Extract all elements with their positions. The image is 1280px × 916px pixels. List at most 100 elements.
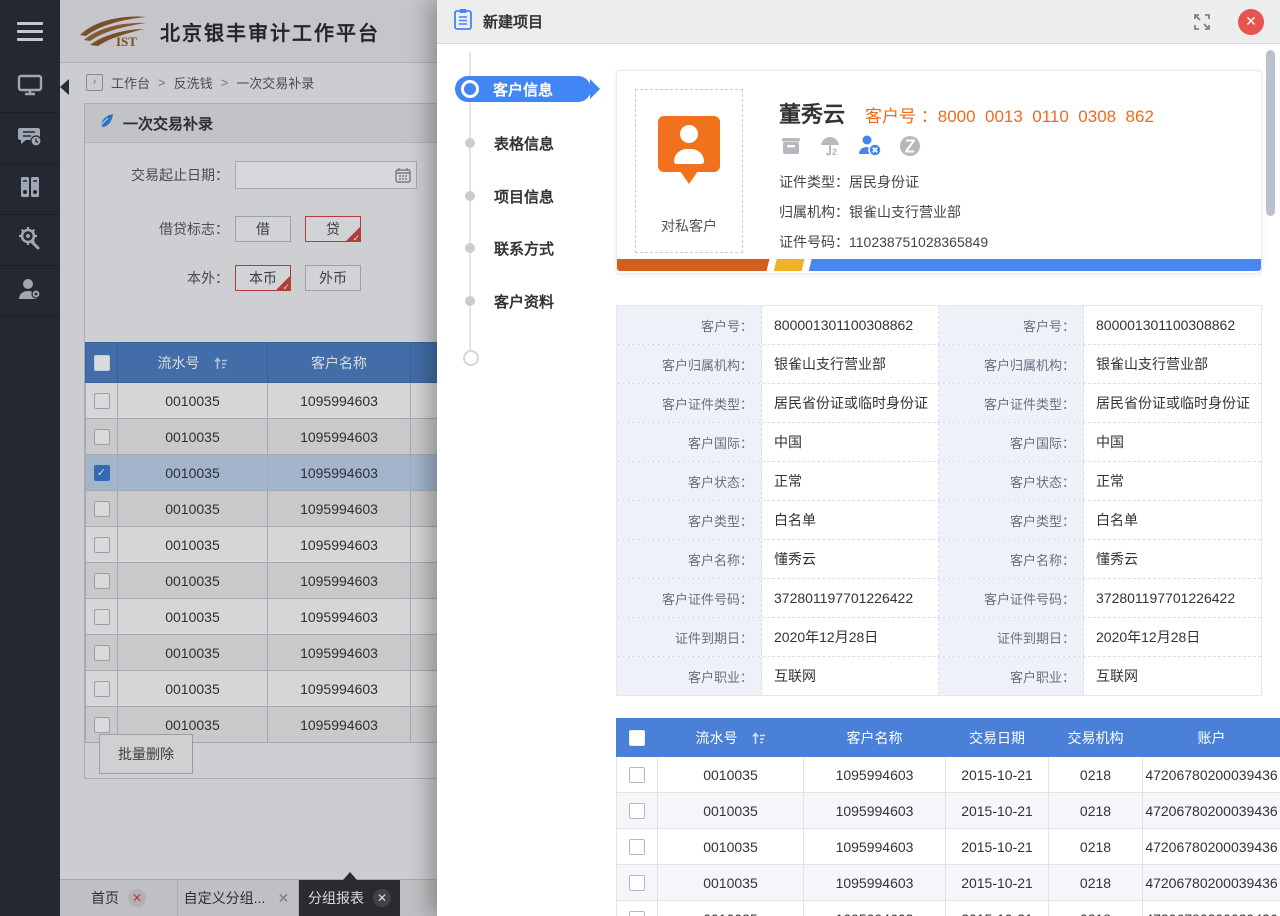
kv-value: 中国 [1084,423,1261,461]
table-row[interactable]: 001003510959946032015-10-210218472067802… [617,757,1280,793]
monitor-icon [17,72,43,103]
step-item-active[interactable]: 客户信息 [455,76,591,102]
table-cell: 1095994603 [268,419,411,455]
step-dot [465,296,475,306]
table-header-cell[interactable]: 账户 [1143,719,1280,757]
trash-icon[interactable] [779,134,803,158]
currency-toggle-option[interactable]: 本币 [235,265,291,291]
close-icon[interactable]: ✕ [1238,9,1264,35]
tab-close-icon[interactable]: ✕ [274,889,292,907]
step-item[interactable]: 客户资料 [437,291,554,311]
row-checkbox[interactable] [629,875,645,891]
tab-close-icon[interactable]: ✕ [373,889,391,907]
bottom-tab[interactable]: 自定义分组...✕ [178,880,299,916]
table-cell: 0010035 [118,671,268,707]
kv-label: 客户类型： [939,501,1084,539]
fullscreen-icon[interactable] [1194,14,1210,30]
kv-value: 居民省份证或临时身份证 [762,384,939,422]
new-project-drawer: 新建项目 ✕ 客户信息表格信息项目信息联系方式客户资料 对私客户 董秀云 客户号… [437,0,1280,916]
table-cell: 1095994603 [268,491,411,527]
row-checkbox-cell [86,491,118,527]
row-checkbox[interactable] [94,393,110,409]
select-all-checkbox[interactable] [629,730,645,746]
breadcrumb-item[interactable]: 一次交易补录 [236,73,314,92]
currency-toggle-option[interactable]: 外币 [305,265,361,291]
table-row[interactable]: 001003510959946032015-10-210218472067802… [617,865,1280,901]
date-range-input[interactable] [235,161,417,189]
remove-user-icon[interactable] [857,133,883,159]
row-checkbox[interactable] [629,767,645,783]
breadcrumb-item[interactable]: 工作台 [111,73,150,92]
breadcrumb-separator: > [221,75,229,90]
row-checkbox[interactable] [94,573,110,589]
debit-toggle-option[interactable]: 借 [235,216,291,242]
row-checkbox[interactable] [629,803,645,819]
history-clock-icon[interactable] [898,134,922,158]
table-cell: 0010035 [118,635,268,671]
step-item[interactable]: 表格信息 [437,133,554,153]
scrollbar-thumb[interactable] [1266,50,1275,216]
kv-row: 客户号：800001301100308862客户号：80000130110030… [617,306,1261,345]
table-row[interactable]: 001003510959946032015-10-210218472067802… [617,829,1280,865]
breadcrumb-item[interactable]: 反洗钱 [174,73,213,92]
sidebar-item-workbench[interactable] [0,62,60,113]
row-checkbox[interactable] [94,717,110,733]
table-header-cell[interactable]: 交易日期 [946,719,1049,757]
row-checkbox[interactable] [94,645,110,661]
sidebar-item-settings[interactable] [0,215,60,266]
sidebar-item-messages[interactable] [0,113,60,164]
customer-detail-lines: 证件类型：居民身份证归属机构：银雀山支行营业部证件号码：110238751028… [779,167,988,257]
tab-label: 分组报表 [308,888,364,908]
select-all-checkbox[interactable] [94,355,110,371]
batch-delete-button[interactable]: 批量删除 [99,734,193,774]
bottom-tab[interactable]: 首页✕ [60,880,178,916]
row-checkbox[interactable] [94,609,110,625]
row-checkbox[interactable] [629,839,645,855]
app-logo: IST [76,9,150,54]
row-checkbox[interactable] [94,429,110,445]
step-end-circle [463,350,479,366]
table-header-cell[interactable]: 流水号 [658,719,804,757]
row-checkbox[interactable] [94,681,110,697]
table-cell: 1095994603 [268,455,411,491]
step-item[interactable]: 项目信息 [437,186,554,206]
table-cell: 0010035 [118,599,268,635]
row-checkbox-cell [86,563,118,599]
tab-close-icon[interactable]: ✕ [128,889,146,907]
row-checkbox[interactable] [94,537,110,553]
card-accent-stripe [617,259,1261,271]
row-checkbox[interactable] [94,501,110,517]
table-header-cell[interactable]: 客户名称 [804,719,946,757]
settings-tools-icon [17,225,43,256]
chat-history-icon [17,123,43,154]
kv-row: 客户证件号码：372801197701226422客户证件号码：37280119… [617,579,1261,618]
table-header-cell[interactable]: 流水号 [118,343,268,383]
kv-label: 客户证件类型： [939,384,1084,422]
customer-action-icons: 2 [779,133,922,159]
debit-toggle-option[interactable]: 贷 [305,216,361,242]
calendar-icon[interactable] [395,167,411,186]
menu-toggle-icon[interactable] [0,0,60,62]
kv-label: 客户类型： [617,501,762,539]
kv-label: 证件到期日： [617,618,762,656]
umbrella-2-icon[interactable]: 2 [818,134,842,158]
sidebar-item-user-admin[interactable] [0,266,60,317]
step-item[interactable]: 联系方式 [437,238,554,258]
table-row[interactable]: 001003510959946032015-10-210218472067802… [617,901,1280,916]
table-cell: 0010035 [658,793,804,829]
row-checkbox-cell [86,419,118,455]
table-cell: 0010035 [118,419,268,455]
bottom-tab[interactable]: 分组报表 ✕ [299,880,400,916]
table-row[interactable]: 001003510959946032015-10-210218472067802… [617,793,1280,829]
kv-value: 中国 [762,423,939,461]
table-header-cell[interactable]: 交易机构 [1049,719,1143,757]
kv-value: 372801197701226422 [762,579,939,617]
row-checkbox[interactable] [629,911,645,916]
table-cell: 0010035 [118,455,268,491]
table-header-checkbox-cell [86,343,118,383]
table-cell: 47206780200039436 [1143,757,1280,793]
table-header-cell[interactable]: 客户名称 [268,343,411,383]
row-checkbox[interactable]: ✓ [94,465,110,481]
table-cell: 0218 [1049,793,1143,829]
sidebar-item-archives[interactable] [0,164,60,215]
